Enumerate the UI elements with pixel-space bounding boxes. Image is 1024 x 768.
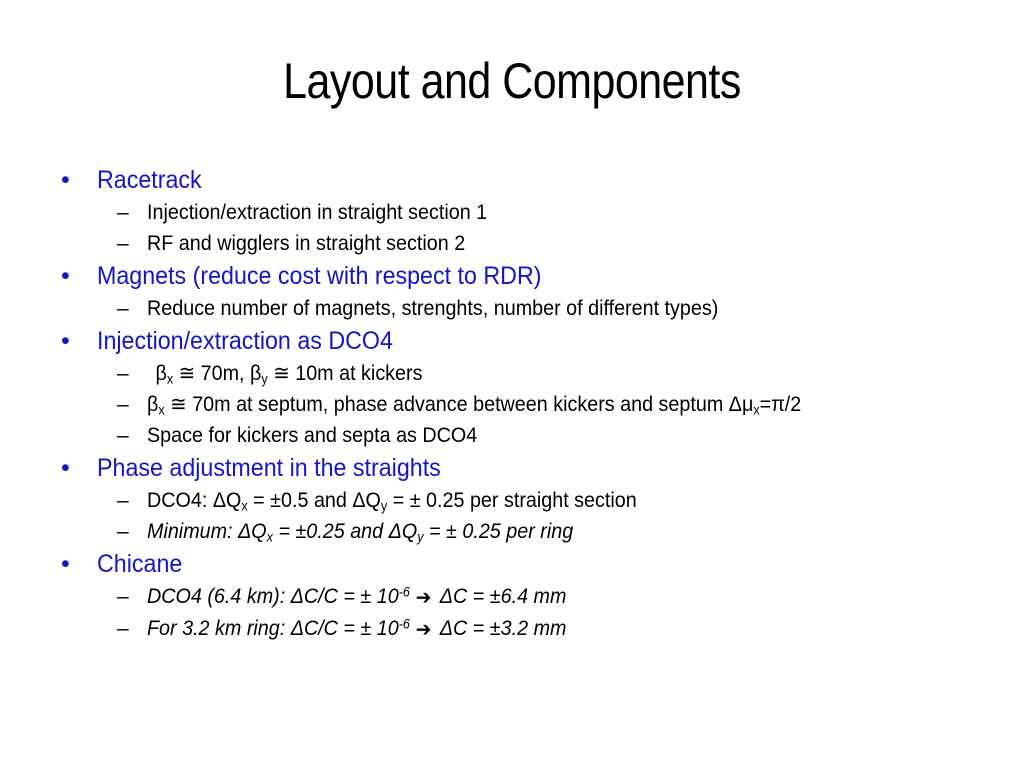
beta-y-value: ≅ 10m at kickers <box>267 362 423 385</box>
bullet-level2-reduce-number-of-magnets: – Reduce number of magnets, strenghts, n… <box>56 293 996 324</box>
bullet-text: Chicane <box>97 550 183 578</box>
right-arrow-icon: ➔ <box>415 585 432 609</box>
dash-marker-icon: – <box>117 201 129 224</box>
bullet-level1-magnets: • Magnets (reduce cost with respect to R… <box>56 259 996 293</box>
beta-symbol: β <box>147 393 159 416</box>
beta-x-value: ≅ 70m, <box>173 362 251 385</box>
dash-marker-icon: – <box>117 232 129 255</box>
bullet-text: Space for kickers and septa as DCO4 <box>147 424 478 447</box>
bullet-level2-chicane-dco4-64km: – DCO4 (6.4 km): ΔC/C = ± 10-6 ➔ ΔC = ±6.4… <box>56 581 996 613</box>
dash-marker-icon: – <box>117 362 129 385</box>
delta-qx-symbol: ΔQ <box>238 520 267 543</box>
bullet-text: βx ≅ 70m, βy ≅ 10m at kickers <box>147 358 422 389</box>
bullet-dot-icon: • <box>61 327 70 355</box>
bullet-text: Phase adjustment in the straights <box>97 454 441 482</box>
bullet-level2-beta-at-kickers: – βx ≅ 70m, βy ≅ 10m at kickers <box>56 358 996 389</box>
exponent: -6 <box>398 584 410 600</box>
bullet-text: RF and wigglers in straight section 2 <box>147 232 466 255</box>
right-arrow-icon: ➔ <box>415 617 432 641</box>
circumference-result: ΔC = ±6.4 mm <box>439 585 567 608</box>
bullet-text: DCO4 (6.4 km): ΔC/C = ± 10-6 ➔ ΔC = ±6.4 m… <box>147 581 566 613</box>
slide: Layout and Components • Racetrack – Inje… <box>0 0 1024 768</box>
dash-marker-icon: – <box>117 424 129 447</box>
septum-text: ≅ 70m at septum, phase advance between k… <box>164 393 729 416</box>
bullet-level1-racetrack: • Racetrack <box>56 163 996 197</box>
bullet-text: Minimum: ΔQx = ±0.25 and ΔQy = ± 0.25 pe… <box>147 516 573 547</box>
bullet-level1-injection-extraction-dco4: • Injection/extraction as DCO4 <box>56 324 996 358</box>
delta-qx-value: = ±0.25 and <box>272 520 389 543</box>
bullet-list: • Racetrack – Injection/extraction in st… <box>56 163 996 645</box>
bullet-level2-beta-at-septum: – βx ≅ 70m at septum, phase advance betw… <box>56 389 996 420</box>
dash-marker-icon: – <box>117 617 129 640</box>
phase-advance-value: =π/2 <box>759 393 802 416</box>
bullet-text: Racetrack <box>97 166 202 194</box>
dash-marker-icon: – <box>117 393 129 416</box>
bullet-level2-injection-extraction-ss1: – Injection/extraction in straight secti… <box>56 197 996 228</box>
delta-mu-symbol: Δμ <box>728 393 754 416</box>
bullet-text: Reduce number of magnets, strenghts, num… <box>147 297 719 320</box>
dash-marker-icon: – <box>117 297 129 320</box>
bullet-dot-icon: • <box>61 262 70 290</box>
bullet-text: For 3.2 km ring: ΔC/C = ± 10-6 ➔ ΔC = ±3.2… <box>147 613 566 645</box>
minimum-label: Minimum: <box>147 520 239 543</box>
delta-qy-value: = ± 0.25 per straight section <box>387 489 637 512</box>
delta-qx-value: = ±0.5 and <box>247 489 353 512</box>
dash-marker-icon: – <box>117 489 129 512</box>
bullet-level2-rf-wigglers-ss2: – RF and wigglers in straight section 2 <box>56 228 996 259</box>
bullet-dot-icon: • <box>61 454 70 482</box>
page-title: Layout and Components <box>283 53 741 109</box>
bullet-text: Magnets (reduce cost with respect to RDR… <box>97 262 542 290</box>
circumference-result: ΔC = ±3.2 mm <box>439 617 567 640</box>
beta-y-symbol: β <box>250 362 262 385</box>
delta-qx-symbol: ΔQ <box>212 489 242 512</box>
bullet-text: DCO4: ΔQx = ±0.5 and ΔQy = ± 0.25 per st… <box>147 485 637 516</box>
bullet-level2-dco4-tune-shift: – DCO4: ΔQx = ±0.5 and ΔQy = ± 0.25 per … <box>56 485 996 516</box>
bullet-text: Injection/extraction in straight section… <box>147 201 488 224</box>
bullet-dot-icon: • <box>61 550 70 578</box>
bullet-level1-phase-adjustment: • Phase adjustment in the straights <box>56 451 996 485</box>
dash-marker-icon: – <box>117 585 129 608</box>
beta-x-symbol: β <box>155 362 167 385</box>
bullet-level2-chicane-32km-ring: – For 3.2 km ring: ΔC/C = ± 10-6 ➔ ΔC = ±3… <box>56 613 996 645</box>
bullet-text: Injection/extraction as DCO4 <box>97 327 393 355</box>
bullet-text: βx ≅ 70m at septum, phase advance betwee… <box>147 389 801 420</box>
delta-qy-symbol: ΔQ <box>388 520 418 543</box>
delta-qy-value: = ± 0.25 per ring <box>423 520 574 543</box>
bullet-level2-minimum-tune-shift: – Minimum: ΔQx = ±0.25 and ΔQy = ± 0.25 … <box>56 516 996 547</box>
circumference-tolerance-label: For 3.2 km ring: ΔC/C = ± 10 <box>147 617 399 640</box>
bullet-level1-chicane: • Chicane <box>56 547 996 581</box>
bullet-dot-icon: • <box>61 166 70 194</box>
delta-qy-symbol: ΔQ <box>352 489 381 512</box>
bullet-level2-space-for-kickers-septa: – Space for kickers and septa as DCO4 <box>56 420 996 451</box>
exponent: -6 <box>398 616 410 632</box>
dco4-label: DCO4: <box>147 489 213 512</box>
dash-marker-icon: – <box>117 520 129 543</box>
circumference-tolerance-label: DCO4 (6.4 km): ΔC/C = ± 10 <box>147 585 399 608</box>
